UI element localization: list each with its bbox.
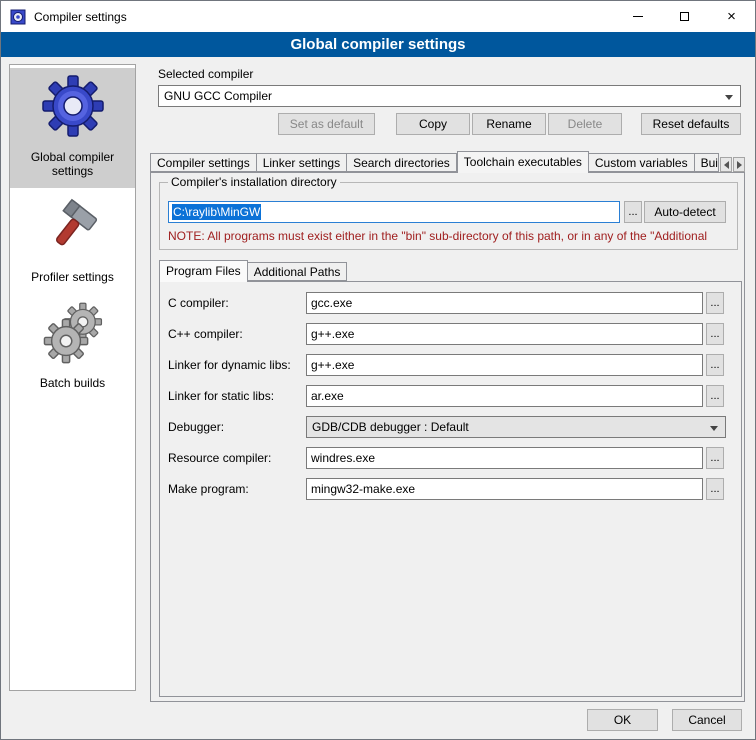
selected-compiler-value: GNU GCC Compiler xyxy=(164,89,272,103)
compiler-settings-window: Compiler settings × Global compiler sett… xyxy=(0,0,756,740)
debugger-label: Debugger: xyxy=(168,416,224,438)
stacked-gears-icon xyxy=(41,300,105,364)
chevron-down-icon xyxy=(725,95,733,100)
tab-scroll-left-button[interactable] xyxy=(720,157,732,172)
cpp-compiler-browse-button[interactable]: ... xyxy=(706,323,724,345)
subtab-additional-paths[interactable]: Additional Paths xyxy=(248,262,348,281)
installation-directory-input[interactable]: C:\raylib\MinGW xyxy=(168,201,620,223)
settings-tabstrip: Compiler settings Linker settings Search… xyxy=(150,151,745,172)
note-text: NOTE: All programs must exist either in … xyxy=(168,229,734,243)
scroll-right-icon xyxy=(737,161,742,169)
tab-compiler-settings[interactable]: Compiler settings xyxy=(150,153,257,172)
program-files-page: C compiler: ... C++ compiler: ... Linker… xyxy=(159,281,742,697)
caption-buttons: × xyxy=(614,1,755,32)
window-title: Compiler settings xyxy=(34,10,127,24)
tab-scroll-right-button[interactable] xyxy=(733,157,745,172)
linker-dynamic-label: Linker for dynamic libs: xyxy=(168,354,291,376)
linker-dynamic-browse-button[interactable]: ... xyxy=(706,354,724,376)
resource-compiler-browse-button[interactable]: ... xyxy=(706,447,724,469)
linker-static-browse-button[interactable]: ... xyxy=(706,385,724,407)
sidebar-item-profiler-settings[interactable]: Profiler settings xyxy=(10,188,135,294)
gear-icon xyxy=(41,74,105,138)
minimize-icon xyxy=(633,16,643,17)
debugger-value: GDB/CDB debugger : Default xyxy=(312,420,469,434)
window-icon xyxy=(10,9,26,25)
rename-button[interactable]: Rename xyxy=(472,113,546,135)
sidebar-item-label: Global compiler settings xyxy=(13,150,132,178)
toolchain-executables-page: Compiler's installation directory C:\ray… xyxy=(150,172,745,702)
reset-defaults-button[interactable]: Reset defaults xyxy=(641,113,741,135)
tab-linker-settings[interactable]: Linker settings xyxy=(257,153,347,172)
debugger-dropdown[interactable]: GDB/CDB debugger : Default xyxy=(306,416,726,438)
auto-detect-button[interactable]: Auto-detect xyxy=(644,201,726,223)
copy-button[interactable]: Copy xyxy=(396,113,470,135)
selected-compiler-dropdown[interactable]: GNU GCC Compiler xyxy=(158,85,741,107)
cpp-compiler-input[interactable] xyxy=(306,323,703,345)
sidebar-item-global-compiler-settings[interactable]: Global compiler settings xyxy=(10,68,135,188)
ok-button[interactable]: OK xyxy=(587,709,658,731)
profiler-tool-icon xyxy=(41,194,105,258)
subtab-program-files[interactable]: Program Files xyxy=(159,260,248,282)
chevron-down-icon xyxy=(710,426,718,431)
close-button[interactable]: × xyxy=(708,1,755,32)
main-panel: Selected compiler GNU GCC Compiler Set a… xyxy=(150,64,745,709)
installation-directory-value: C:\raylib\MinGW xyxy=(172,204,261,220)
titlebar: Compiler settings × xyxy=(1,1,755,32)
linker-static-input[interactable] xyxy=(306,385,703,407)
resource-compiler-input[interactable] xyxy=(306,447,703,469)
installation-directory-groupbox: Compiler's installation directory C:\ray… xyxy=(159,182,738,250)
c-compiler-label: C compiler: xyxy=(168,292,229,314)
scroll-left-icon xyxy=(724,161,729,169)
close-icon: × xyxy=(727,9,736,24)
sidebar-item-label: Profiler settings xyxy=(31,270,114,284)
cpp-compiler-label: C++ compiler: xyxy=(168,323,243,345)
make-program-input[interactable] xyxy=(306,478,703,500)
tab-search-directories[interactable]: Search directories xyxy=(347,153,457,172)
delete-button: Delete xyxy=(548,113,622,135)
tab-custom-variables[interactable]: Custom variables xyxy=(589,153,695,172)
sidebar-item-batch-builds[interactable]: Batch builds xyxy=(10,294,135,400)
linker-static-label: Linker for static libs: xyxy=(168,385,274,407)
set-as-default-button: Set as default xyxy=(278,113,375,135)
maximize-icon xyxy=(680,12,689,21)
c-compiler-browse-button[interactable]: ... xyxy=(706,292,724,314)
groupbox-title: Compiler's installation directory xyxy=(168,175,340,189)
minimize-button[interactable] xyxy=(614,1,661,32)
maximize-button[interactable] xyxy=(661,1,708,32)
resource-compiler-label: Resource compiler: xyxy=(168,447,271,469)
program-files-tabstrip: Program Files Additional Paths xyxy=(159,260,347,281)
linker-dynamic-input[interactable] xyxy=(306,354,703,376)
make-program-browse-button[interactable]: ... xyxy=(706,478,724,500)
tab-build-truncated[interactable]: Buil xyxy=(695,153,719,172)
selected-compiler-label: Selected compiler xyxy=(158,67,253,81)
cancel-button[interactable]: Cancel xyxy=(672,709,742,731)
browse-directory-button[interactable]: ... xyxy=(624,201,642,223)
dialog-header: Global compiler settings xyxy=(1,32,755,57)
tabs-row: Compiler settings Linker settings Search… xyxy=(150,151,719,174)
settings-category-sidebar: Global compiler settings Profiler settin… xyxy=(9,64,136,691)
tab-toolchain-executables[interactable]: Toolchain executables xyxy=(457,151,589,173)
make-program-label: Make program: xyxy=(168,478,249,500)
c-compiler-input[interactable] xyxy=(306,292,703,314)
sidebar-item-label: Batch builds xyxy=(40,376,105,390)
